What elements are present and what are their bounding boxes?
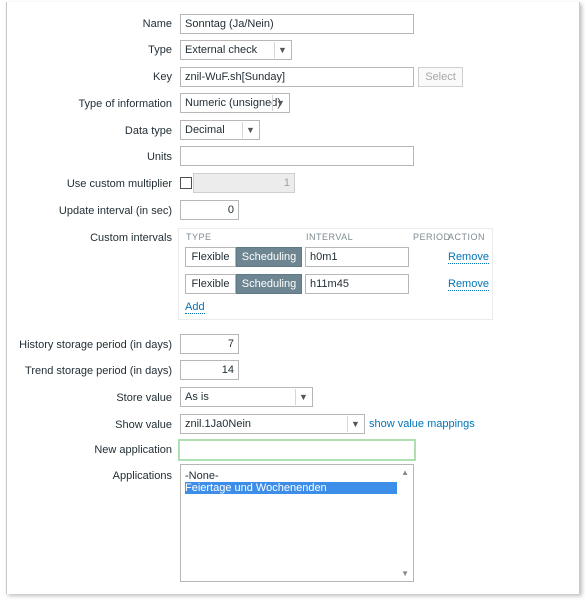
store-value-value: As is xyxy=(185,391,209,403)
type-of-information-value: Numeric (unsigned) xyxy=(185,97,281,109)
show-value-value: znil.1Ja0Nein xyxy=(185,418,252,430)
application-option-selected[interactable]: Feiertage und Wochenenden xyxy=(185,482,397,494)
flexible-toggle[interactable]: Flexible xyxy=(185,274,236,294)
key-input[interactable]: znil-WuF.sh[Sunday] xyxy=(180,67,414,87)
chevron-down-icon: ▼ xyxy=(274,42,290,58)
history-label: History storage period (in days) xyxy=(19,339,172,351)
name-input[interactable]: Sonntag (Ja/Nein) xyxy=(180,14,414,34)
data-type-value: Decimal xyxy=(185,124,225,136)
scheduling-toggle[interactable]: Scheduling xyxy=(236,274,302,294)
column-header-type: TYPE xyxy=(186,232,212,242)
add-interval-link[interactable]: Add xyxy=(185,301,205,314)
column-header-interval: INTERVAL xyxy=(306,232,354,242)
flexible-toggle[interactable]: Flexible xyxy=(185,247,236,267)
interval-input[interactable]: h11m45 xyxy=(305,274,409,294)
type-of-information-label: Type of information xyxy=(78,98,172,110)
custom-multiplier-checkbox[interactable] xyxy=(180,177,192,189)
data-type-label: Data type xyxy=(124,125,172,137)
trends-label: Trend storage period (in days) xyxy=(25,365,172,377)
data-type-select[interactable]: Decimal ▼ xyxy=(180,120,260,140)
scroll-up-icon[interactable]: ▲ xyxy=(401,468,409,477)
scroll-down-icon[interactable]: ▼ xyxy=(401,569,409,578)
show-value-label: Show value xyxy=(115,419,172,431)
show-value-select[interactable]: znil.1Ja0Nein ▼ xyxy=(180,414,365,434)
update-interval-input[interactable]: 0 xyxy=(180,200,239,220)
new-application-input[interactable] xyxy=(178,439,416,461)
application-option[interactable]: -None- xyxy=(185,470,219,482)
remove-link[interactable]: Remove xyxy=(448,251,489,264)
history-input[interactable]: 7 xyxy=(180,334,239,354)
remove-link[interactable]: Remove xyxy=(448,278,489,291)
type-of-information-select[interactable]: Numeric (unsigned) ▼ xyxy=(180,93,290,113)
store-value-select[interactable]: As is ▼ xyxy=(180,387,313,407)
type-select-value: External check xyxy=(185,44,258,56)
new-application-label: New application xyxy=(94,444,172,456)
chevron-down-icon: ▼ xyxy=(347,416,363,432)
applications-listbox[interactable]: -None- Feiertage und Wochenenden ▲ ▼ xyxy=(180,464,414,582)
chevron-down-icon: ▼ xyxy=(272,95,288,111)
column-header-action: ACTION xyxy=(448,232,486,242)
applications-label: Applications xyxy=(112,470,172,482)
chevron-down-icon: ▼ xyxy=(242,122,258,138)
units-label: Units xyxy=(146,151,172,163)
interval-input[interactable]: h0m1 xyxy=(305,247,409,267)
update-interval-label: Update interval (in sec) xyxy=(58,205,172,217)
chevron-down-icon: ▼ xyxy=(295,389,311,405)
column-header-period: PERIOD xyxy=(413,232,451,242)
trends-input[interactable]: 14 xyxy=(180,360,239,380)
custom-intervals-label: Custom intervals xyxy=(90,232,172,244)
type-label: Type xyxy=(148,44,172,56)
show-value-mappings-link[interactable]: show value mappings xyxy=(369,417,475,431)
name-label: Name xyxy=(142,18,172,30)
store-value-label: Store value xyxy=(116,392,172,404)
scheduling-toggle[interactable]: Scheduling xyxy=(236,247,302,267)
units-input[interactable] xyxy=(180,146,414,166)
custom-multiplier-input: 1 xyxy=(193,173,295,193)
type-select[interactable]: External check ▼ xyxy=(180,40,292,60)
custom-multiplier-label: Use custom multiplier xyxy=(66,178,172,190)
key-select-button[interactable]: Select xyxy=(418,67,463,87)
key-label: Key xyxy=(153,71,172,83)
